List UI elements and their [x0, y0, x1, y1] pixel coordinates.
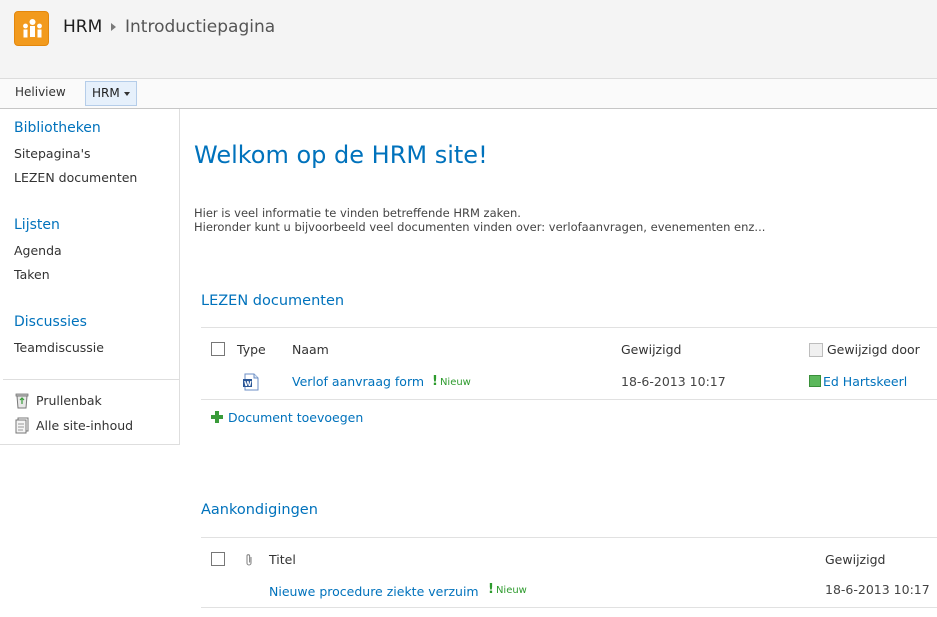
topnav-item-current[interactable]: HRM — [85, 81, 137, 106]
site-content-icon — [15, 417, 29, 434]
svg-text:W: W — [244, 380, 252, 388]
column-header-modified[interactable]: Gewijzigd — [621, 342, 681, 357]
announcements-divider-bottom — [201, 607, 937, 608]
intro-text-line-2: Hieronder kunt u bijvoorbeeld veel docum… — [194, 220, 766, 234]
topnav-item-home[interactable]: Heliview — [15, 85, 66, 99]
column-header-name[interactable]: Naam — [292, 342, 329, 357]
document-modified-date: 18-6-2013 10:17 — [621, 374, 726, 389]
recycle-bin-link[interactable]: Prullenbak — [36, 393, 102, 408]
column-header-title[interactable]: Titel — [269, 552, 296, 567]
add-plus-icon — [211, 411, 223, 423]
column-header-modified-by[interactable]: Gewijzigd door — [827, 342, 920, 357]
new-badge: ! Nieuw — [432, 374, 471, 389]
add-document-link[interactable]: Document toevoegen — [228, 410, 363, 425]
all-site-content-link[interactable]: Alle site-inhoud — [36, 418, 133, 433]
people-group-icon — [23, 19, 42, 38]
top-navigation: Heliview HRM — [0, 79, 937, 109]
breadcrumb-separator-icon — [111, 23, 116, 31]
breadcrumb-site[interactable]: HRM — [63, 17, 102, 37]
announcement-new-badge: ! Nieuw — [488, 582, 527, 597]
paperclip-icon — [246, 554, 252, 566]
site-logo[interactable] — [14, 11, 49, 46]
page-title: Introductiepagina — [125, 17, 276, 37]
document-link[interactable]: Verlof aanvraag form — [292, 374, 424, 389]
nav-heading-libraries[interactable]: Bibliotheken — [14, 120, 101, 136]
nav-item-documents[interactable]: LEZEN documenten — [14, 170, 137, 185]
announcement-link[interactable]: Nieuwe procedure ziekte verzuim — [269, 584, 479, 599]
user-presence-icon[interactable] — [809, 375, 821, 387]
welcome-heading: Welkom op de HRM site! — [194, 141, 488, 169]
quick-launch: Bibliotheken Sitepagina's LEZEN document… — [0, 109, 180, 445]
word-document-icon[interactable]: W — [242, 373, 260, 391]
topnav-item-current-label: HRM — [92, 86, 120, 100]
nav-heading-discussions[interactable]: Discussies — [14, 314, 87, 330]
new-badge-label: Nieuw — [439, 377, 471, 388]
nav-divider — [3, 379, 179, 380]
documents-divider-top — [201, 327, 937, 328]
recycle-bin-icon — [15, 393, 29, 409]
announcement-modified-date: 18-6-2013 10:17 — [825, 582, 930, 597]
document-modified-by-link[interactable]: Ed Hartskeerl — [823, 374, 907, 389]
select-all-checkbox[interactable] — [211, 342, 225, 356]
intro-text-line-1: Hier is veel informatie te vinden betref… — [194, 206, 521, 220]
announcements-column-header-modified[interactable]: Gewijzigd — [825, 552, 885, 567]
nav-item-team-discussion[interactable]: Teamdiscussie — [14, 340, 104, 355]
documents-webpart-title[interactable]: LEZEN documenten — [201, 293, 344, 309]
new-badge-marker: ! — [432, 374, 438, 389]
announcements-select-all-checkbox[interactable] — [211, 552, 225, 566]
announcement-new-badge-label: Nieuw — [495, 585, 527, 596]
presence-column-checkbox — [809, 343, 823, 357]
nav-item-tasks[interactable]: Taken — [14, 267, 50, 282]
nav-item-site-pages[interactable]: Sitepagina's — [14, 146, 91, 161]
column-header-type[interactable]: Type — [237, 342, 266, 357]
nav-heading-lists[interactable]: Lijsten — [14, 217, 60, 233]
nav-item-agenda[interactable]: Agenda — [14, 243, 62, 258]
site-header: HRM Introductiepagina — [0, 0, 937, 79]
announcement-new-badge-marker: ! — [488, 582, 494, 597]
announcements-webpart-title[interactable]: Aankondigingen — [201, 502, 318, 518]
announcements-divider-top — [201, 537, 937, 538]
chevron-down-icon — [124, 92, 130, 96]
documents-divider-bottom — [201, 399, 937, 400]
